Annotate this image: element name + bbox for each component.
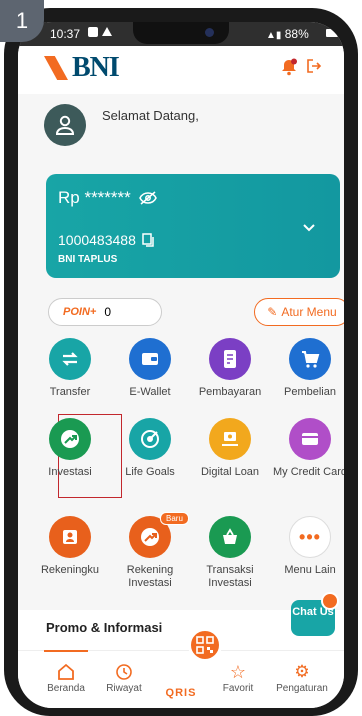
menu-ewallet[interactable]: E-Wallet xyxy=(110,338,190,399)
nav-beranda-label: Beranda xyxy=(47,683,85,694)
copy-icon[interactable] xyxy=(142,233,154,247)
menu-transaksi-investasi-label: Transaksi Investasi xyxy=(206,564,254,589)
transfer-icon xyxy=(49,338,91,380)
chat-agent-icon xyxy=(321,592,339,610)
cart-icon xyxy=(289,338,331,380)
menu-life-goals-label: Life Goals xyxy=(125,466,175,478)
star-icon: ☆ xyxy=(229,661,247,682)
menu-ewallet-label: E-Wallet xyxy=(129,386,171,398)
account-book-icon xyxy=(49,516,91,558)
nav-qris-label: QRIS xyxy=(165,687,197,699)
history-icon xyxy=(116,664,132,680)
menu-pembayaran-label: Pembayaran xyxy=(198,386,262,398)
poin-chip[interactable]: POIN+ 0 xyxy=(48,298,162,326)
welcome-greeting: Selamat Datang, xyxy=(102,107,199,123)
gear-icon: ⚙ xyxy=(294,662,310,681)
menu-rekening-investasi[interactable]: Rekening Investasi xyxy=(110,516,190,590)
atur-menu-button[interactable]: ✎ Atur Menu xyxy=(254,298,344,326)
menu-transfer[interactable]: Transfer xyxy=(30,338,110,399)
nav-riwayat-label: Riwayat xyxy=(106,683,142,694)
balance-hidden: Rp ******* xyxy=(58,188,131,207)
menu-investasi[interactable]: Investasi xyxy=(30,418,110,479)
menu-life-goals[interactable]: Life Goals xyxy=(110,418,190,479)
qr-code-icon xyxy=(196,636,214,654)
menu-pembayaran[interactable]: Pembayaran xyxy=(190,338,270,399)
promo-title: Promo & Informasi xyxy=(46,620,163,635)
chat-us-button[interactable]: Chat Us xyxy=(291,592,339,636)
notification-icon xyxy=(102,27,112,36)
app-header: BNI xyxy=(18,46,344,94)
menu-lain-label: Menu Lain xyxy=(284,564,336,576)
nav-qris[interactable]: QRIS xyxy=(151,687,211,699)
phone-frame: 10:37 ▲▮ 88% BNI Selamat Datang, Rp ****… xyxy=(4,8,358,716)
bni-logo-text: BNI xyxy=(72,52,120,83)
menu-my-credit-card-label: My Credit Card xyxy=(273,466,344,478)
welcome-section: Selamat Datang, xyxy=(44,104,199,146)
wallet-icon xyxy=(129,338,171,380)
bni-logo-mark-icon xyxy=(44,56,68,80)
app-screen: 10:37 ▲▮ 88% BNI Selamat Datang, Rp ****… xyxy=(18,22,344,708)
qris-scan-button[interactable] xyxy=(188,628,222,662)
menu-transaksi-investasi[interactable]: Transaksi Investasi xyxy=(190,516,270,590)
bill-icon xyxy=(209,338,251,380)
loan-icon xyxy=(209,418,251,460)
active-tab-indicator xyxy=(44,650,88,652)
signal-battery-text: ▲▮ 88% xyxy=(266,27,309,41)
account-type: BNI TAPLUS xyxy=(58,254,118,265)
logout-icon[interactable] xyxy=(306,58,322,74)
nav-pengaturan-label: Pengaturan xyxy=(276,683,328,694)
nav-favorit[interactable]: ☆ Favorit xyxy=(208,661,268,695)
message-icon xyxy=(88,27,98,37)
menu-my-credit-card[interactable]: My Credit Card xyxy=(270,418,344,479)
poin-value: 0 xyxy=(104,305,112,319)
home-icon xyxy=(58,663,74,680)
nav-pengaturan[interactable]: ⚙ Pengaturan xyxy=(272,661,332,694)
step-number-badge: 1 xyxy=(0,0,44,42)
battery-icon xyxy=(326,29,338,37)
status-bar: 10:37 ▲▮ 88% xyxy=(18,22,344,46)
nav-favorit-label: Favorit xyxy=(222,683,254,694)
menu-lain[interactable]: ••• Menu Lain xyxy=(270,516,344,577)
menu-rekeningku[interactable]: Rekeningku xyxy=(30,516,110,577)
credit-card-icon xyxy=(289,418,331,460)
nav-riwayat[interactable]: Riwayat xyxy=(94,661,154,694)
account-number: 1000483488 xyxy=(58,232,136,248)
menu-investasi-label: Investasi xyxy=(48,466,92,478)
menu-digital-loan-label: Digital Loan xyxy=(200,466,260,478)
menu-rekeningku-label: Rekeningku xyxy=(40,564,100,576)
menu-digital-loan[interactable]: Digital Loan xyxy=(190,418,270,479)
account-number-row: 1000483488 xyxy=(58,232,154,248)
account-card[interactable]: Rp ******* 1000483488 BNI TAPLUS xyxy=(46,174,340,278)
menu-pembelian-label: Pembelian xyxy=(284,386,336,398)
more-dots-icon: ••• xyxy=(289,516,331,558)
menu-rekening-investasi-label: Rekening Investasi xyxy=(126,564,174,589)
hide-balance-eye-icon[interactable] xyxy=(138,191,157,205)
user-avatar-icon[interactable] xyxy=(44,104,86,146)
target-icon xyxy=(129,418,171,460)
atur-menu-label: Atur Menu xyxy=(281,305,337,319)
menu-pembelian[interactable]: Pembelian xyxy=(270,338,344,399)
menu-transfer-label: Transfer xyxy=(49,386,91,398)
battery-percent: 88% xyxy=(284,27,309,41)
balance-row: Rp ******* xyxy=(58,188,157,208)
poin-logo: POIN+ xyxy=(63,306,97,318)
camera-notch xyxy=(133,22,229,44)
investment-growth-icon xyxy=(49,418,91,460)
bni-logo: BNI xyxy=(44,52,120,84)
bottom-navigation: Beranda Riwayat QRIS ☆ Favorit ⚙ Pengatu… xyxy=(18,650,344,708)
pencil-icon: ✎ xyxy=(267,305,278,319)
notification-bell-icon[interactable] xyxy=(280,58,298,76)
chevron-down-icon[interactable] xyxy=(301,220,317,236)
basket-icon xyxy=(209,516,251,558)
status-time: 10:37 xyxy=(50,27,81,41)
nav-beranda[interactable]: Beranda xyxy=(36,661,96,694)
new-badge: Baru xyxy=(160,512,189,525)
